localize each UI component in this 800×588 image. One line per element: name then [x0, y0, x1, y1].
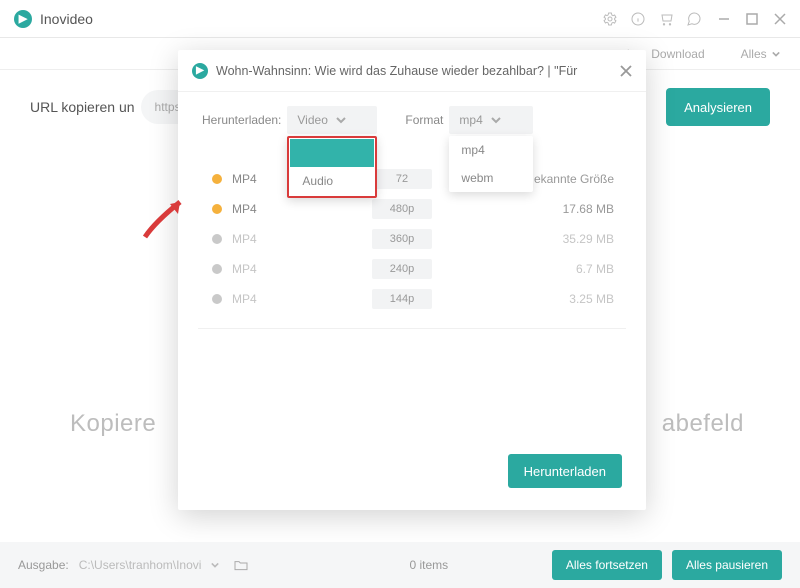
dialog-footer: Herunterladen	[508, 454, 622, 488]
dialog-body: Herunterladen: Video Audio Format mp4 mp…	[178, 92, 646, 343]
cart-icon[interactable]	[658, 11, 674, 27]
tab-alles[interactable]: Alles	[723, 47, 780, 61]
analyze-button[interactable]: Analysieren	[666, 88, 770, 126]
chevron-down-icon[interactable]	[211, 561, 219, 569]
dialog-title: Wohn-Wahnsinn: Wie wird das Zuhause wied…	[216, 64, 620, 78]
status-dot-icon	[212, 294, 222, 304]
download-dialog: ▶ Wohn-Wahnsinn: Wie wird das Zuhause wi…	[178, 50, 646, 510]
info-icon[interactable]	[630, 11, 646, 27]
minimize-icon[interactable]	[718, 13, 730, 25]
resume-all-button[interactable]: Alles fortsetzen	[552, 550, 662, 580]
format-option-mp4[interactable]: mp4	[449, 136, 533, 164]
video-option-audio[interactable]: Audio	[290, 167, 374, 195]
chat-icon[interactable]	[686, 11, 702, 27]
video-dropdown: Audio	[287, 136, 377, 198]
resolution-badge: 72	[372, 169, 432, 189]
video-option-video[interactable]	[290, 139, 374, 167]
format-dropdown: mp4 webm	[449, 136, 533, 192]
video-select-value: Video	[297, 113, 327, 127]
format-list: MP472ekannte Größe MP4480p17.68 MB MP436…	[202, 164, 622, 314]
list-item[interactable]: MP4144p3.25 MB	[202, 284, 622, 314]
format-select-value: mp4	[459, 113, 482, 127]
list-item[interactable]: MP4360p35.29 MB	[202, 224, 622, 254]
output-label: Ausgabe:	[18, 558, 69, 572]
status-dot-icon	[212, 174, 222, 184]
items-count: 0 items	[409, 558, 448, 572]
format-option-webm[interactable]: webm	[449, 164, 533, 192]
chevron-down-icon	[491, 115, 501, 125]
list-item[interactable]: MP472ekannte Größe	[202, 164, 622, 194]
chevron-down-icon	[336, 115, 346, 125]
download-button[interactable]: Herunterladen	[508, 454, 622, 488]
herunterladen-label: Herunterladen:	[202, 113, 281, 127]
bottom-bar: Ausgabe: C:\Users\tranhom\Inovi 0 items …	[0, 542, 800, 588]
output-path: C:\Users\tranhom\Inovi	[79, 558, 202, 572]
dialog-header: ▶ Wohn-Wahnsinn: Wie wird das Zuhause wi…	[178, 50, 646, 92]
resolution-badge: 240p	[372, 259, 432, 279]
url-label: URL kopieren un	[30, 99, 135, 115]
resolution-badge: 144p	[372, 289, 432, 309]
status-dot-icon	[212, 204, 222, 214]
folder-icon[interactable]	[233, 557, 249, 573]
format-label: Format	[405, 113, 443, 127]
list-item[interactable]: MP4480p17.68 MB	[202, 194, 622, 224]
status-dot-icon	[212, 234, 222, 244]
resolution-badge: 360p	[372, 229, 432, 249]
maximize-icon[interactable]	[746, 13, 758, 25]
video-select[interactable]: Video Audio	[287, 106, 377, 134]
gear-icon[interactable]	[602, 11, 618, 27]
dialog-close-icon[interactable]	[620, 65, 632, 77]
status-dot-icon	[212, 264, 222, 274]
app-title: Inovideo	[40, 11, 93, 27]
resolution-badge: 480p	[372, 199, 432, 219]
format-select[interactable]: mp4 mp4 webm	[449, 106, 533, 134]
selector-row: Herunterladen: Video Audio Format mp4 mp…	[202, 106, 622, 134]
close-icon[interactable]	[774, 13, 786, 25]
pause-all-button[interactable]: Alles pausieren	[672, 550, 782, 580]
title-bar: ▶ Inovideo	[0, 0, 800, 38]
dialog-logo-icon: ▶	[192, 63, 208, 79]
divider	[198, 328, 626, 329]
app-logo-icon: ▶	[14, 10, 32, 28]
list-item[interactable]: MP4240p6.7 MB	[202, 254, 622, 284]
